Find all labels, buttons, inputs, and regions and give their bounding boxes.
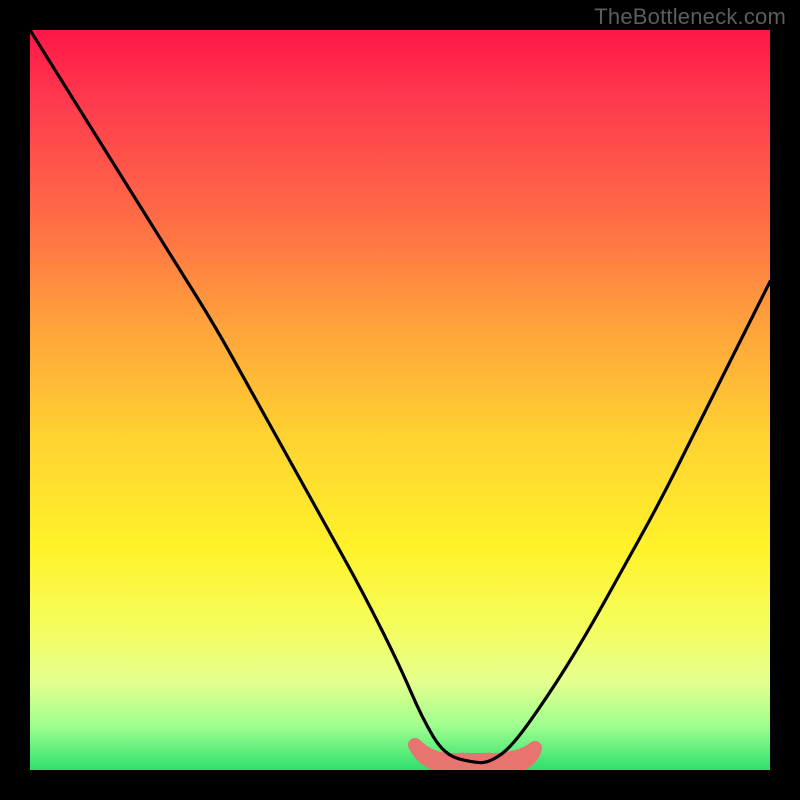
watermark-text: TheBottleneck.com	[594, 4, 786, 30]
chart-svg	[30, 30, 770, 770]
bottleneck-curve	[30, 30, 770, 763]
plot-area	[30, 30, 770, 770]
chart-stage: TheBottleneck.com	[0, 0, 800, 800]
